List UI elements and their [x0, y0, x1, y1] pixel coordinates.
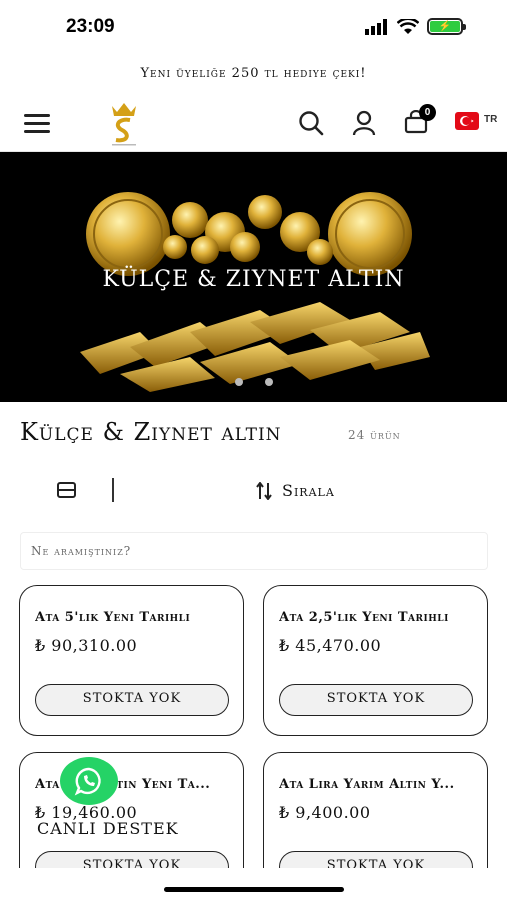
carousel-dot[interactable] [264, 378, 273, 386]
status-icons: ⚡ [365, 18, 466, 35]
account-icon[interactable] [352, 110, 376, 136]
live-support-label[interactable]: CANLI DESTEK [37, 819, 179, 838]
status-time: 23:09 [66, 16, 115, 37]
search-input[interactable]: Ne aramıştınız? [20, 532, 488, 570]
status-bar: 23:09 ⚡ [0, 0, 507, 56]
product-name[interactable]: Ata Lira Yarım Altın Y... [279, 777, 474, 792]
grid-view-icon[interactable] [57, 482, 76, 498]
product-price: ₺ 9,400.00 [279, 803, 371, 822]
product-count: 24 ürün [348, 428, 401, 442]
carousel-dots [0, 378, 507, 386]
menu-icon[interactable] [24, 114, 50, 134]
sort-label: Sırala [282, 481, 335, 500]
whatsapp-button[interactable] [60, 757, 118, 805]
product-card[interactable]: Ata 5'lik Yeni Tarihli ₺ 90,310.00 STOKT… [19, 585, 244, 736]
promo-banner[interactable]: Yeni üyeliğe 250 tl hediye çeki! [0, 66, 507, 81]
brand-logo[interactable] [104, 100, 144, 148]
product-name[interactable]: Ata 2,5'lik Yeni Tarihli [279, 610, 474, 625]
divider [112, 478, 114, 502]
turkey-flag-icon[interactable] [455, 112, 479, 130]
home-indicator [164, 887, 344, 892]
carousel-dot[interactable] [234, 378, 243, 386]
sort-icon [256, 481, 272, 500]
product-name[interactable]: Ata 5'lik Yeni Tarihli [35, 610, 230, 625]
site-header: 0 TR [0, 96, 507, 152]
listing-toolbar: Sırala [0, 474, 507, 508]
whatsapp-icon [74, 767, 101, 796]
sort-button[interactable]: Sırala [256, 481, 335, 500]
bottom-safe-area [0, 868, 507, 900]
banner-title: KÜLÇE & ZIYNET ALTIN [102, 267, 405, 292]
wifi-icon [397, 18, 419, 34]
category-title: Külçe & Ziynet altın [20, 418, 282, 446]
product-card[interactable]: Ata 2,5'lik Yeni Tarihli ₺ 45,470.00 STO… [263, 585, 488, 736]
product-price: ₺ 90,310.00 [35, 636, 138, 655]
out-of-stock-button[interactable]: STOKTA YOK [35, 684, 229, 716]
cart-button[interactable]: 0 [404, 104, 436, 134]
battery-icon: ⚡ [427, 18, 466, 35]
hero-banner[interactable]: KÜLÇE & ZIYNET ALTIN [0, 152, 507, 402]
product-price: ₺ 45,470.00 [279, 636, 382, 655]
language-selector[interactable]: TR [484, 114, 497, 125]
signal-icon [365, 18, 387, 35]
cart-count-badge: 0 [419, 104, 436, 121]
out-of-stock-button[interactable]: STOKTA YOK [279, 684, 473, 716]
search-icon[interactable] [298, 110, 324, 136]
